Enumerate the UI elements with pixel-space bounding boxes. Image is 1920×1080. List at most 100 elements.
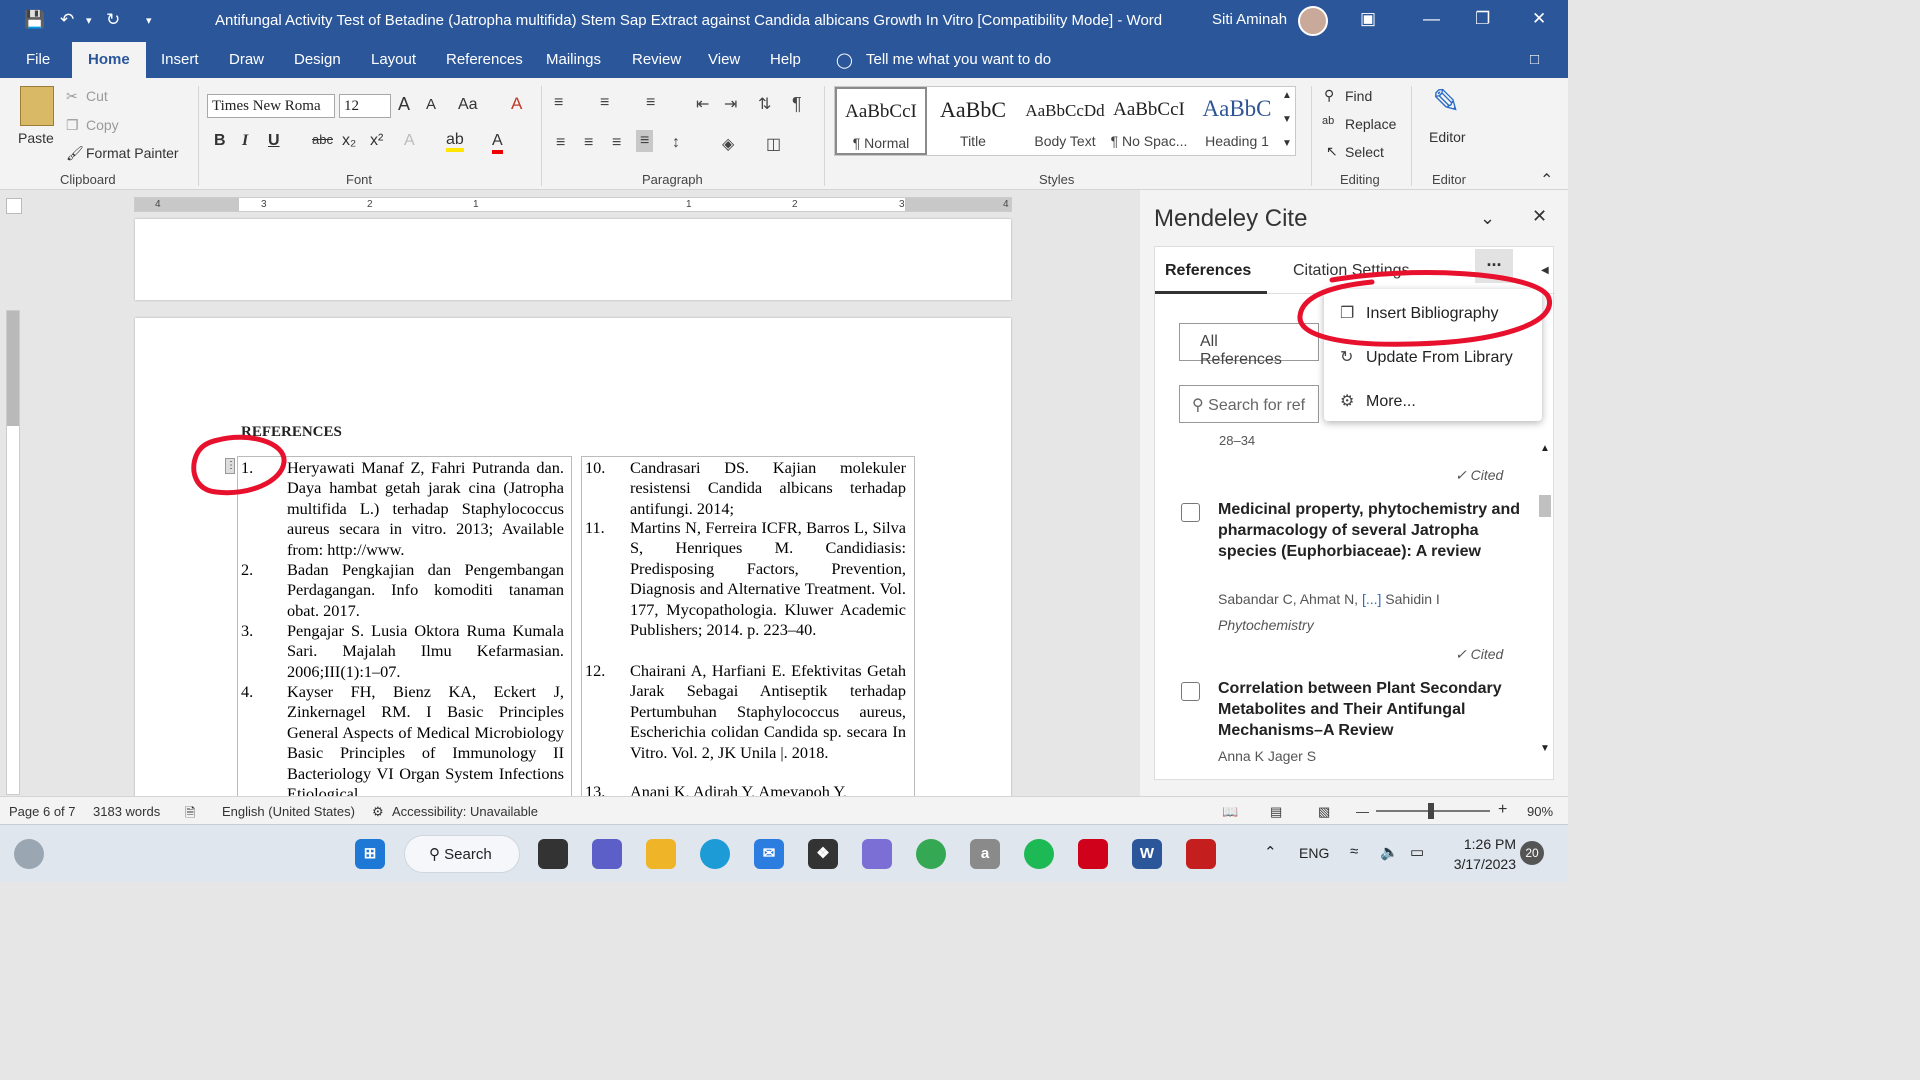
tab-mailings[interactable]: Mailings [546,51,601,68]
close-icon[interactable]: ✕ [1532,9,1546,29]
increase-indent-icon[interactable]: ⇥ [724,94,737,114]
grow-font-icon[interactable]: A [398,94,410,115]
decrease-indent-icon[interactable]: ⇤ [696,94,709,114]
tell-me-search[interactable]: Tell me what you want to do [866,51,1051,68]
paste-icon[interactable] [20,86,54,126]
copilot-icon[interactable] [862,839,892,869]
document-page[interactable]: REFERENCES ⋮ 1. Heryawati Manaf Z, Fahri… [135,318,1011,798]
dropbox-icon[interactable]: ❖ [808,839,838,869]
insert-bibliography-item[interactable]: ❐ Insert Bibliography [1340,303,1499,323]
redo-icon[interactable]: ↻ [106,10,120,30]
styles-scroll-down-icon[interactable]: ▼ [1282,114,1292,125]
word-icon[interactable]: W [1132,839,1162,869]
format-painter-button[interactable]: Format Painter [86,145,179,161]
scroll-down-icon[interactable]: ▼ [1540,743,1550,754]
references-filter-dropdown[interactable]: All References [1179,323,1319,368]
undo-icon[interactable]: ↶ [60,10,74,30]
style-no-spacing[interactable]: AaBbCcI ¶ No Spac... [1103,87,1195,155]
save-icon[interactable]: 💾 [24,10,45,30]
styles-more-icon[interactable]: ▼ [1282,138,1292,149]
select-button[interactable]: Select [1345,144,1384,160]
editor-button[interactable]: Editor [1429,129,1466,145]
tab-review[interactable]: Review [632,51,681,68]
web-layout-icon[interactable]: ▧ [1318,804,1330,820]
edge-icon[interactable] [700,839,730,869]
change-case-icon[interactable]: Aa [458,96,478,114]
word-count[interactable]: 3183 words [93,804,160,819]
reference-entry[interactable]: 4. Kayser FH, Bienz KA, Eckert J, Zinker… [241,682,565,798]
chevron-up-icon[interactable]: ⌃ [1264,843,1277,861]
shrink-font-icon[interactable]: A [426,96,436,113]
chevron-down-icon[interactable]: ⌄ [1480,208,1495,229]
zoom-in-icon[interactable]: + [1498,801,1507,819]
numbering-icon[interactable]: ≡ [600,94,609,112]
file-explorer-icon[interactable] [646,839,676,869]
clock[interactable]: 1:26 PM 3/17/2023 [1450,834,1516,874]
undo-dropdown-icon[interactable]: ▾ [86,14,92,27]
clear-formatting-icon[interactable]: A [511,94,522,114]
reference-entry[interactable]: 12. Chairani A, Harfiani E. Efektivitas … [585,661,909,783]
tab-selector[interactable] [6,198,22,214]
expand-authors-link[interactable]: [...] [1362,591,1381,607]
tab-layout[interactable]: Layout [371,51,416,68]
battery-icon[interactable]: ▭ [1410,843,1424,861]
chat-icon[interactable] [592,839,622,869]
notification-badge[interactable]: 20 [1520,841,1544,865]
scrollbar-thumb[interactable] [1539,495,1551,517]
input-language[interactable]: ENG [1299,845,1329,861]
acrobat-icon[interactable] [1186,839,1216,869]
amazon-icon[interactable]: a [970,839,1000,869]
borders-icon[interactable]: ◫ [766,134,781,154]
panel-scrollbar[interactable]: ▲ ▼ [1537,443,1553,763]
text-effects-icon[interactable]: A [404,132,415,150]
tab-draw[interactable]: Draw [229,51,264,68]
volume-icon[interactable]: 🔈 [1380,843,1399,861]
tab-home[interactable]: Home [72,42,146,78]
mendeley-icon[interactable] [1078,839,1108,869]
style-heading-1[interactable]: AaBbC Heading 1 [1191,87,1283,155]
zoom-out-icon[interactable]: — [1356,804,1369,819]
search-input[interactable]: ⚲ Search for ref [1179,385,1319,423]
underline-icon[interactable]: U [268,132,280,150]
copy-button[interactable]: Copy [86,117,119,133]
style-normal[interactable]: AaBbCcI ¶ Normal [835,87,927,155]
justify-icon[interactable]: ≡ [636,130,654,152]
reference-entry[interactable]: 10. Candrasari DS. Kajian molekuler resi… [585,458,909,520]
task-view-icon[interactable] [538,839,568,869]
document-page-previous[interactable] [135,219,1011,300]
horizontal-ruler[interactable]: 4 3 2 1 1 2 3 4 [134,197,1012,212]
update-from-library-item[interactable]: ↻ Update From Library [1340,347,1513,367]
paste-button[interactable]: Paste [18,130,54,146]
citation-handle-icon[interactable]: ⋮ [225,458,236,474]
read-mode-icon[interactable]: 📖 [1222,804,1238,820]
styles-scroll-up-icon[interactable]: ▲ [1282,90,1292,101]
tab-help[interactable]: Help [770,51,801,68]
shading-icon[interactable]: ◈ [722,134,734,154]
show-marks-icon[interactable]: ¶ [792,94,802,115]
weather-icon[interactable] [14,839,44,869]
tab-file[interactable]: File [26,51,50,68]
restore-icon[interactable]: ❐ [1475,9,1490,29]
accessibility-status[interactable]: Accessibility: Unavailable [392,804,538,819]
sort-icon[interactable]: ⇅ [758,94,771,114]
customize-toolbar-icon[interactable]: ▾ [146,14,152,27]
superscript-icon[interactable]: x² [370,132,383,150]
font-size-select[interactable]: 12 [339,94,391,118]
spotify-icon[interactable] [1024,839,1054,869]
replace-button[interactable]: Replace [1345,116,1396,132]
ribbon-display-icon[interactable]: ▣ [1360,9,1376,29]
style-body-text[interactable]: AaBbCcDd Body Text [1019,87,1111,155]
more-item[interactable]: ⚙ More... [1340,391,1416,411]
chrome-icon[interactable] [916,839,946,869]
line-spacing-icon[interactable]: ↕ [672,134,680,152]
zoom-level[interactable]: 90% [1527,804,1553,819]
print-layout-icon[interactable]: ▤ [1270,804,1282,820]
language-indicator[interactable]: English (United States) [222,804,355,819]
subscript-icon[interactable]: x₂ [342,132,356,150]
scroll-left-icon[interactable]: ◀ [1541,265,1549,276]
taskbar-search[interactable]: ⚲ Search [404,835,520,873]
reference-entry[interactable]: 3. Pengajar S. Lusia Oktora Ruma Kumala … [241,621,565,683]
cut-button[interactable]: Cut [86,88,108,104]
align-right-icon[interactable]: ≡ [612,134,621,152]
page-count[interactable]: Page 6 of 7 [9,804,76,819]
